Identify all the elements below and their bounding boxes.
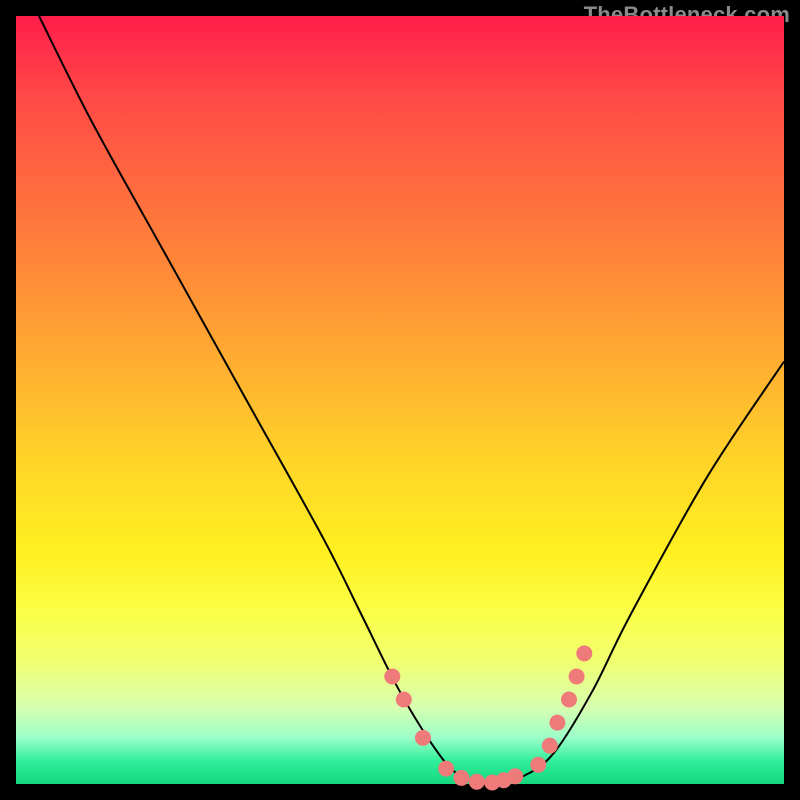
- highlight-point: [542, 738, 558, 754]
- highlight-point: [507, 768, 523, 784]
- bottleneck-curve: [39, 16, 784, 784]
- chart-svg: [16, 16, 784, 784]
- highlight-point: [396, 692, 412, 708]
- highlight-point: [469, 774, 485, 790]
- highlight-point: [569, 669, 585, 685]
- highlight-point: [549, 715, 565, 731]
- highlight-point: [576, 645, 592, 661]
- highlight-point: [561, 692, 577, 708]
- highlight-point: [530, 757, 546, 773]
- chart-canvas: TheBottleneck.com: [0, 0, 800, 800]
- plot-area: [16, 16, 784, 784]
- highlight-point: [438, 761, 454, 777]
- highlight-point: [384, 669, 400, 685]
- highlight-point: [415, 730, 431, 746]
- highlight-point: [453, 770, 469, 786]
